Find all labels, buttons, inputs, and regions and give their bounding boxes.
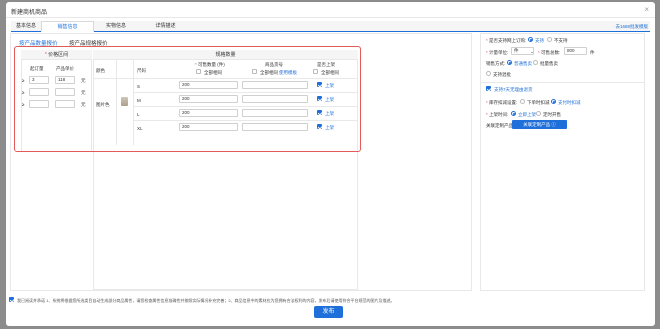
modal-title: 新建商机商品 — [11, 10, 48, 16]
tab-bar: 基本信息 销售信息 实物信息 详情描述 去1688批发模版 — [11, 21, 650, 32]
online-no-label: 不支持 — [554, 38, 568, 43]
online-no-radio[interactable] — [547, 37, 552, 42]
online-yes-radio[interactable] — [528, 37, 533, 42]
online-yes-label: 支持 — [535, 38, 544, 43]
publish-button[interactable]: 发布 — [314, 306, 343, 318]
total-qty-input[interactable]: 800 — [564, 47, 587, 55]
divider — [481, 82, 644, 83]
sale-batch-radio[interactable] — [533, 60, 538, 65]
custom-product-label: 关联定制产品: — [486, 123, 515, 128]
return-support-label: 支持7天无理由退货 — [494, 87, 533, 92]
tab-sales[interactable]: 销售信息 — [41, 21, 94, 32]
stock-pay-label: 支付时扣减 — [558, 100, 581, 105]
highlight-box — [14, 46, 361, 152]
sale-normal-radio[interactable] — [507, 60, 512, 65]
total-qty-unit: 件 — [590, 50, 595, 55]
shelf-now-radio[interactable] — [511, 111, 516, 116]
stock-label: * 库存扣减设置: — [486, 100, 518, 105]
tab-basic[interactable]: 基本信息 — [11, 21, 41, 32]
stock-order-radio[interactable] — [520, 99, 525, 104]
sale-normal-label: 普通售卖 — [514, 61, 532, 66]
stock-order-label: 下单时扣减 — [527, 100, 550, 105]
return-support-checkbox[interactable] — [486, 86, 491, 91]
sale-batch-label: 批量售卖 — [540, 61, 558, 66]
total-qty-label: * 可售总数: — [538, 50, 561, 55]
agree-text: 我已阅读并承诺 1、系统将根据您所选类目自动生成部分商品属性，请您检查属性信息准… — [17, 298, 395, 303]
shelf-now-label: 立即上架 — [518, 112, 536, 117]
mix-batch-label: 支持混批 — [493, 72, 511, 77]
template-link[interactable]: 去1688批发模版 — [615, 24, 648, 30]
tab-physical[interactable]: 实物信息 — [94, 21, 138, 32]
mix-batch-radio[interactable] — [486, 71, 491, 76]
close-icon[interactable]: × — [644, 6, 649, 14]
sale-method-label: 销售方式: — [486, 61, 506, 66]
online-order-label: * 是否支持网上订购: — [486, 38, 527, 43]
shelf-plan-radio[interactable] — [536, 111, 541, 116]
shelf-time-label: * 上架时间: — [486, 112, 509, 117]
stock-pay-radio[interactable] — [551, 99, 556, 104]
unit-label: * 计量单位: — [486, 50, 509, 55]
agree-checkbox[interactable] — [9, 297, 14, 302]
shelf-plan-label: 定时开售 — [543, 112, 561, 117]
chevron-down-icon: ⌄ — [530, 49, 534, 54]
tab-detail[interactable]: 详情描述 — [138, 21, 193, 32]
modal-header: 新建商机商品 × — [6, 2, 655, 18]
link-custom-product-button[interactable]: 关联定制产品 ⓘ — [512, 120, 567, 129]
